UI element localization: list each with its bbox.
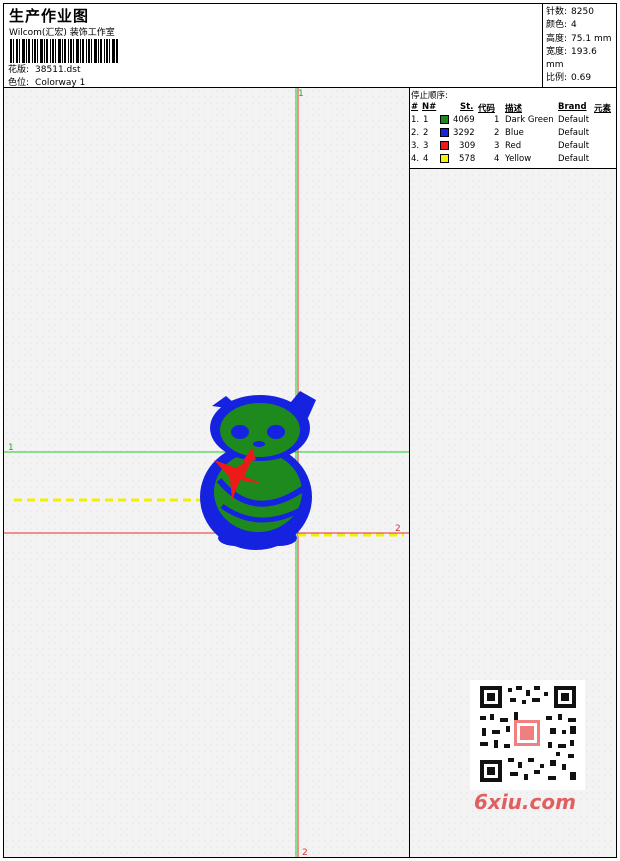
design-value: 38511.dst <box>35 65 81 75</box>
color-swatch <box>440 115 449 124</box>
row-brand: Default <box>558 115 590 125</box>
stitches-value: 8250 <box>571 7 594 17</box>
row-description: Red <box>505 141 522 151</box>
row-index: 2. <box>411 128 420 138</box>
marker-right: 2 <box>395 524 401 534</box>
row-code: 1 <box>494 115 500 125</box>
column-header: St. <box>460 102 474 112</box>
column-header: Brand <box>558 102 587 112</box>
row-description: Yellow <box>505 154 532 164</box>
colors-value: 4 <box>571 20 577 31</box>
design-canvas[interactable]: 1 1 2 2 <box>4 88 410 857</box>
header-divider <box>542 4 543 87</box>
row-index: 3. <box>411 141 420 151</box>
scale-label: 比例: <box>546 73 568 84</box>
row-index: 1. <box>411 115 420 125</box>
column-header: 代码 <box>478 104 496 114</box>
stitches-label: 针数: <box>546 7 568 17</box>
design-preview: 1 1 2 2 <box>4 88 409 857</box>
colorway-label: 色位: <box>8 78 30 88</box>
column-header: # <box>411 102 419 112</box>
table-row[interactable]: 3. 3 309 3 Red Default <box>410 141 616 154</box>
row-description: Blue <box>505 128 524 138</box>
watermark-logo: 6xiu.com <box>474 790 576 814</box>
marker-bottom: 2 <box>302 848 308 857</box>
page-title: 生产作业图 <box>9 7 90 25</box>
row-brand: Default <box>558 154 590 164</box>
width-label: 宽度: <box>546 46 568 57</box>
software-subtitle: Wilcom(汇宏) 装饰工作室 <box>9 28 115 38</box>
row-stitches: 578 <box>459 154 476 164</box>
stop-sequence-heading: 停止顺序: <box>411 91 448 101</box>
row-needle: 2 <box>423 128 429 138</box>
color-swatch <box>440 128 449 137</box>
row-code: 3 <box>494 141 500 151</box>
color-swatch <box>440 154 449 163</box>
height-label: 高度: <box>546 33 568 44</box>
row-description: Dark Green <box>505 115 554 125</box>
row-needle: 1 <box>423 115 429 125</box>
row-index: 4. <box>411 154 420 164</box>
row-needle: 3 <box>423 141 429 151</box>
scale-value: 0.69 <box>571 73 592 84</box>
row-needle: 4 <box>423 154 429 164</box>
column-header: 描述 <box>505 104 523 114</box>
height-value: 75.1 mm <box>571 33 612 44</box>
qr-code-icon <box>470 680 585 790</box>
table-row[interactable]: 1. 1 4069 1 Dark Green Default <box>410 115 616 128</box>
colorway-line: 色位: Colorway 1 <box>8 75 85 88</box>
table-row[interactable]: 4. 4 578 4 Yellow Default <box>410 154 616 167</box>
row-code: 2 <box>494 128 500 138</box>
row-brand: Default <box>558 141 590 151</box>
row-code: 4 <box>494 154 500 164</box>
design-file-line: 花版: 38511.dst <box>8 62 80 75</box>
row-stitches: 3292 <box>453 128 475 138</box>
color-swatch <box>440 141 449 150</box>
design-stats: 针数: 8250 颜色: 4 高度: 75.1 mm 宽度: 193.6 mm 比例: 0… <box>546 6 616 86</box>
row-stitches: 309 <box>459 141 476 151</box>
marker-top: 1 <box>298 89 304 99</box>
barcode-icon <box>10 39 118 63</box>
colorway-value: Colorway 1 <box>35 78 86 88</box>
header: 生产作业图 Wilcom(汇宏) 装饰工作室 花版: 38511.dst 色位: <box>3 3 617 88</box>
column-header: 元素 <box>594 104 612 114</box>
row-stitches: 4069 <box>453 115 475 125</box>
row-brand: Default <box>558 128 590 138</box>
table-row[interactable]: 2. 2 3292 2 Blue Default <box>410 128 616 141</box>
stop-sequence-table: 停止顺序: # N# St. 代码 描述 Brand 元素 1. 1 4069 … <box>410 88 616 169</box>
colors-label: 颜色: <box>546 20 568 31</box>
design-label: 花版: <box>8 65 30 75</box>
panda-embroidery <box>200 391 316 550</box>
column-header: N# <box>422 102 437 112</box>
marker-left: 1 <box>8 443 14 453</box>
